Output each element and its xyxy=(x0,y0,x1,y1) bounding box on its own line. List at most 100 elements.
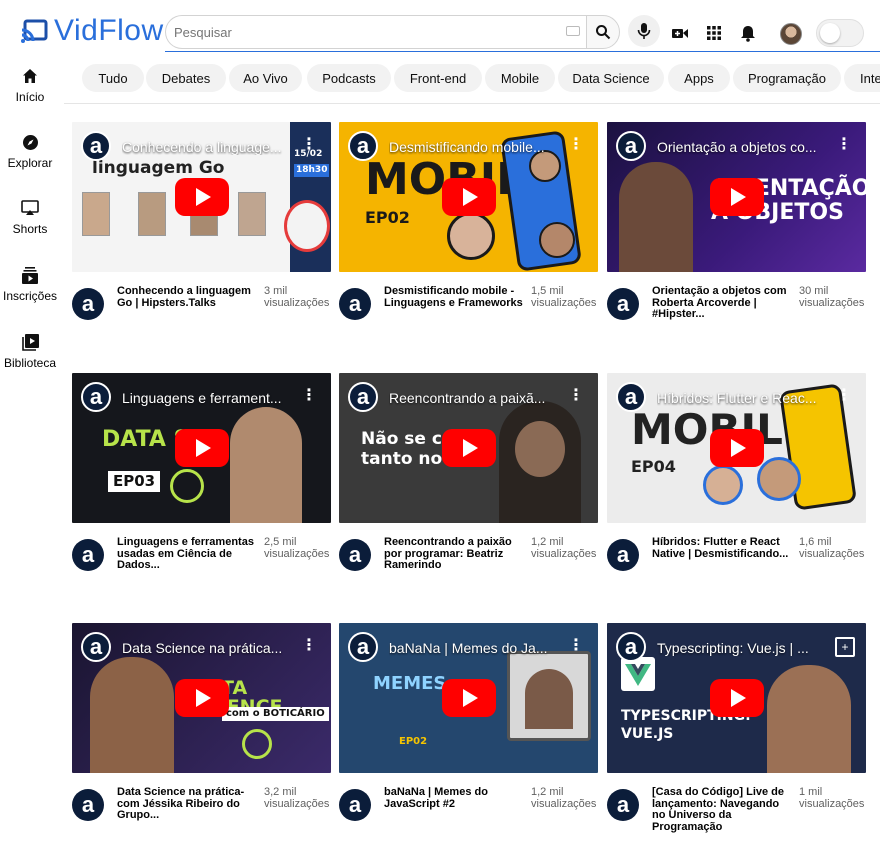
video-thumbnail[interactable]: MOBILE EP04 a Híbridos: Flutter e Reac..… xyxy=(607,373,866,523)
video-thumbnail[interactable]: MOBILE EP02 a Desmistificando mobile... … xyxy=(339,122,598,272)
overlay-title: baNaNa | Memes do Ja... xyxy=(389,640,548,656)
video-title[interactable]: Híbridos: Flutter e React Native | Desmi… xyxy=(652,536,794,560)
channel-logo[interactable]: a xyxy=(348,131,378,161)
notifications-button[interactable] xyxy=(739,24,757,42)
play-button[interactable] xyxy=(175,178,229,216)
channel-logo[interactable]: a xyxy=(81,632,111,662)
sidebar-item-label: Biblioteca xyxy=(3,356,57,370)
channel-avatar[interactable]: a xyxy=(607,789,639,821)
apps-button[interactable] xyxy=(705,24,723,42)
channel-avatar[interactable]: a xyxy=(339,539,371,571)
add-to-queue-icon[interactable]: + xyxy=(835,637,855,657)
video-thumbnail[interactable]: ORIENTAÇÃO A OBJETOS a Orientação a obje… xyxy=(607,122,866,272)
video-thumbnail[interactable]: Não se co tanto no i a Reencontrando a p… xyxy=(339,373,598,523)
chip-data-science[interactable]: Data Science xyxy=(558,64,664,92)
more-options-icon[interactable]: ⋮ xyxy=(301,388,317,404)
channel-logo[interactable]: a xyxy=(81,382,111,412)
video-title[interactable]: [Casa do Código] Live de lançamento: Nav… xyxy=(652,786,794,833)
more-options-icon[interactable]: ⋮ xyxy=(301,137,317,153)
play-button[interactable] xyxy=(175,429,229,467)
sidebar-item-label: Explorar xyxy=(7,156,53,170)
sidebar-item-library[interactable]: Biblioteca xyxy=(0,332,60,370)
create-video-button[interactable] xyxy=(671,24,689,42)
voice-search-button[interactable] xyxy=(628,15,660,47)
speaker-face xyxy=(515,421,565,477)
chip-inte[interactable]: Inte xyxy=(844,64,880,92)
channel-logo[interactable]: a xyxy=(348,382,378,412)
more-options-icon[interactable]: ⋮ xyxy=(301,638,317,654)
play-button[interactable] xyxy=(710,178,764,216)
video-thumbnail[interactable]: DATA SCI EP03 a Linguagens e ferrament..… xyxy=(72,373,331,523)
sidebar-item-shorts[interactable]: Shorts xyxy=(0,198,60,236)
video-meta: a baNaNa | Memes do JavaScript #2 1,2 mi… xyxy=(339,785,599,835)
search-box[interactable] xyxy=(165,15,586,49)
chip-mobile[interactable]: Mobile xyxy=(485,64,555,92)
video-title[interactable]: Desmistificando mobile - Linguagens e Fr… xyxy=(384,285,526,309)
channel-logo[interactable]: a xyxy=(348,632,378,662)
channel-avatar[interactable]: a xyxy=(607,539,639,571)
play-button[interactable] xyxy=(175,679,229,717)
video-title[interactable]: Data Science na prática- com Jéssika Rib… xyxy=(117,786,259,822)
play-button[interactable] xyxy=(442,679,496,717)
video-title[interactable]: Conhecendo a linguagem Go | Hipsters.Tal… xyxy=(117,285,259,309)
chip-debates[interactable]: Debates xyxy=(146,64,226,92)
channel-avatar[interactable]: a xyxy=(72,789,104,821)
thumb-badge-time: 18h30 xyxy=(294,164,330,177)
play-button[interactable] xyxy=(710,679,764,717)
channel-avatar[interactable]: a xyxy=(72,539,104,571)
channel-avatar[interactable]: a xyxy=(339,288,371,320)
thumb-sub: VUE.JS xyxy=(621,726,674,742)
chip-programacao[interactable]: Programação xyxy=(733,64,841,92)
theme-toggle[interactable] xyxy=(816,19,864,47)
more-options-icon[interactable]: ⋮ xyxy=(568,137,584,153)
search-input[interactable] xyxy=(174,24,554,40)
play-button[interactable] xyxy=(442,178,496,216)
chip-apps[interactable]: Apps xyxy=(668,64,730,92)
subscriptions-icon xyxy=(20,265,40,285)
chip-front-end[interactable]: Front-end xyxy=(394,64,482,92)
video-title[interactable]: Reencontrando a paixão por programar: Be… xyxy=(384,536,526,572)
channel-logo[interactable]: a xyxy=(616,382,646,412)
play-button[interactable] xyxy=(442,429,496,467)
search-button[interactable] xyxy=(586,15,620,49)
play-icon xyxy=(196,689,211,707)
video-thumbnail[interactable]: TYPESCRIPTING: VUE.JS + a Typescripting:… xyxy=(607,623,866,773)
sidebar-item-explore[interactable]: Explorar xyxy=(0,132,60,170)
video-title[interactable]: Linguagens e ferramentas usadas em Ciênc… xyxy=(117,536,259,572)
channel-logo[interactable]: a xyxy=(81,131,111,161)
channel-avatar[interactable]: a xyxy=(72,288,104,320)
video-meta: a Híbridos: Flutter e React Native | Des… xyxy=(607,535,867,585)
logo[interactable]: VidFlow xyxy=(20,14,164,48)
more-options-icon[interactable]: ⋮ xyxy=(568,388,584,404)
channel-avatar[interactable]: a xyxy=(607,288,639,320)
video-title[interactable]: Orientação a objetos com Roberta Arcover… xyxy=(652,285,794,321)
chip-ao-vivo[interactable]: Ao Vivo xyxy=(229,64,302,92)
play-icon xyxy=(731,689,746,707)
more-options-icon[interactable]: ⋮ xyxy=(836,388,852,404)
channel-avatar[interactable]: a xyxy=(339,789,371,821)
thumb-sub: EP04 xyxy=(631,457,676,476)
speaker-photo xyxy=(525,669,573,729)
video-thumbnail[interactable]: DATA SCIENCE com o BOTICÁRIO a Data Scie… xyxy=(72,623,331,773)
video-meta: a Data Science na prática- com Jéssika R… xyxy=(72,785,332,835)
video-title[interactable]: baNaNa | Memes do JavaScript #2 xyxy=(384,786,526,810)
thumb-text: Não se co xyxy=(361,429,454,449)
view-count: 1,2 mil visualizações xyxy=(531,786,597,810)
user-avatar[interactable] xyxy=(780,23,802,45)
channel-logo[interactable]: a xyxy=(616,632,646,662)
channel-logo[interactable]: a xyxy=(616,131,646,161)
speaker-photo xyxy=(619,162,693,272)
play-button[interactable] xyxy=(710,429,764,467)
sidebar-item-home[interactable]: Início xyxy=(0,66,60,104)
speaker-photo xyxy=(447,212,495,260)
chip-tudo[interactable]: Tudo xyxy=(82,64,144,92)
video-thumbnail[interactable]: linguagem Go 15/02 18h30 a Conhecendo a … xyxy=(72,122,331,272)
keyboard-icon[interactable] xyxy=(566,26,580,36)
more-options-icon[interactable]: ⋮ xyxy=(568,638,584,654)
video-thumbnail[interactable]: MEMES EP02 a baNaNa | Memes do Ja... ⋮ xyxy=(339,623,598,773)
chip-podcasts[interactable]: Podcasts xyxy=(307,64,391,92)
more-options-icon[interactable]: ⋮ xyxy=(836,137,852,153)
shorts-icon xyxy=(20,198,40,218)
sidebar-item-subscriptions[interactable]: Inscrições xyxy=(0,265,60,303)
microphone-icon xyxy=(637,23,651,39)
